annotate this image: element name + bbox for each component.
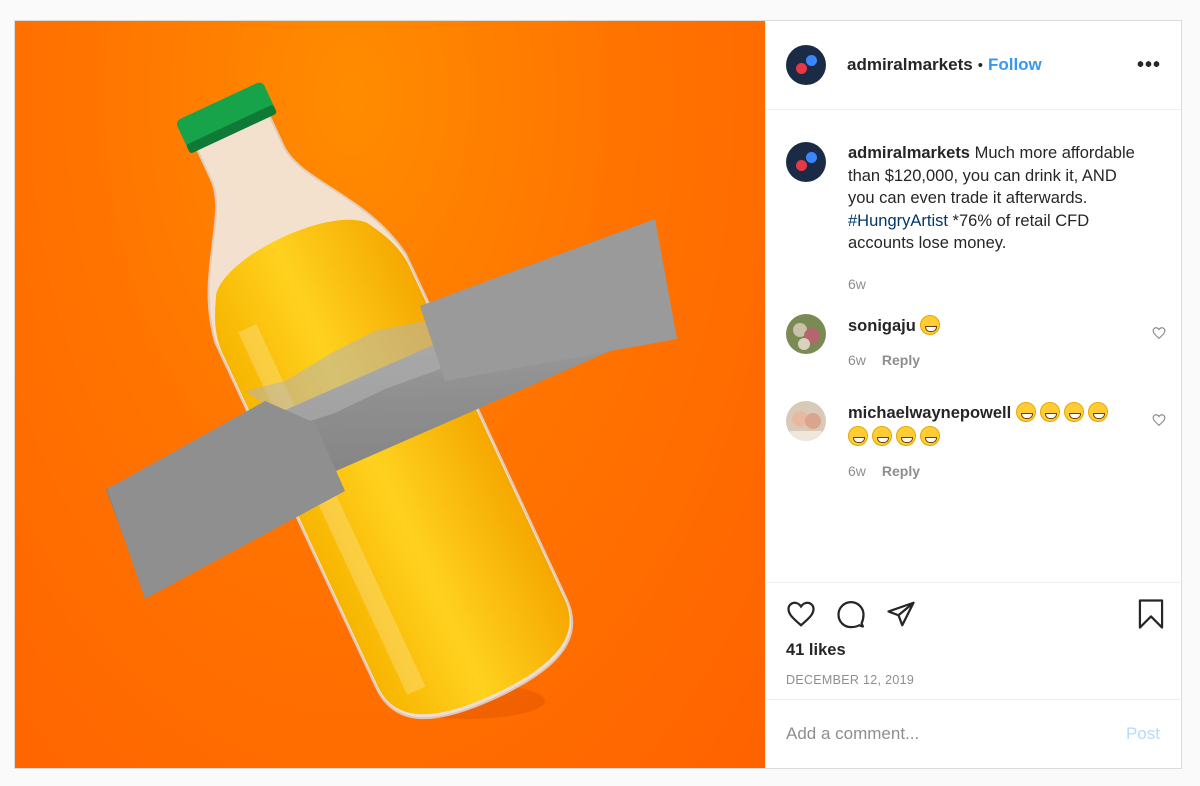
like-comment-icon[interactable]: [1152, 413, 1166, 427]
laughing-emoji: [1015, 402, 1036, 422]
comment-body: sonigaju 6w Reply: [848, 314, 1118, 368]
reply-button[interactable]: Reply: [882, 352, 920, 368]
post-caption: admiralmarkets Much more affordable than…: [786, 142, 1166, 295]
comment-meta: 6w Reply: [848, 463, 1118, 479]
reply-button[interactable]: Reply: [882, 463, 920, 479]
post-date: DECEMBER 12, 2019: [786, 673, 915, 687]
comment-text: michaelwaynepowell: [848, 401, 1118, 449]
comment-time: 6w: [848, 352, 866, 368]
follow-button[interactable]: Follow: [988, 55, 1042, 75]
comment-item: michaelwaynepowell 6w Reply: [786, 401, 1166, 479]
laughing-emoji: [1063, 402, 1084, 422]
header-separator: •: [977, 56, 983, 74]
laughing-emoji: [1039, 402, 1060, 422]
comment-username[interactable]: michaelwaynepowell: [848, 404, 1011, 422]
logo-blue-dot: [806, 55, 817, 66]
comment-body: michaelwaynepowell 6w Reply: [848, 401, 1118, 479]
caption-username[interactable]: admiralmarkets: [848, 144, 970, 162]
juice-bottle-illustration: [105, 82, 677, 720]
logo-red-dot: [796, 63, 807, 74]
post-image[interactable]: [15, 21, 765, 768]
header-username[interactable]: admiralmarkets: [847, 55, 973, 75]
like-comment-icon[interactable]: [1152, 326, 1166, 340]
comment-username[interactable]: sonigaju: [848, 317, 916, 335]
post-actions: 41 likes DECEMBER 12, 2019: [766, 582, 1180, 700]
caption-time: 6w: [848, 275, 866, 292]
grinning-emoji: [920, 315, 941, 335]
avatar-photo-sonigaju: [786, 314, 826, 354]
caption-avatar[interactable]: [786, 142, 826, 182]
post-sidebar: admiralmarkets • Follow ••• admiralmarke…: [765, 21, 1181, 768]
comment-item: sonigaju 6w Reply: [786, 314, 1166, 368]
comment-form: Post: [766, 699, 1180, 768]
laughing-emoji: [848, 426, 868, 446]
comment-meta: 6w Reply: [848, 352, 1118, 368]
caption-text: admiralmarkets Much more affordable than…: [848, 142, 1138, 295]
more-options-icon[interactable]: •••: [1137, 55, 1161, 75]
laughing-emoji: [1087, 402, 1108, 422]
comment-icon[interactable]: [836, 599, 866, 629]
instagram-post: admiralmarkets • Follow ••• admiralmarke…: [14, 20, 1182, 769]
heart-icon[interactable]: [786, 599, 816, 629]
post-header: admiralmarkets • Follow •••: [766, 21, 1181, 110]
logo-red-dot: [796, 160, 807, 171]
comment-text: sonigaju: [848, 314, 1118, 338]
hashtag-link[interactable]: #HungryArtist: [848, 212, 948, 230]
laughing-emoji: [896, 426, 916, 446]
share-icon[interactable]: [886, 599, 916, 629]
commenter-avatar[interactable]: [786, 401, 826, 441]
account-avatar[interactable]: [786, 45, 826, 85]
comment-time: 6w: [848, 463, 866, 479]
avatar-photo-michaelwaynepowell: [786, 401, 826, 441]
bookmark-icon[interactable]: [1136, 598, 1166, 630]
laughing-emoji: [920, 426, 940, 446]
post-comment-button[interactable]: Post: [1126, 724, 1160, 744]
comment-input[interactable]: [786, 720, 1086, 748]
commenter-avatar[interactable]: [786, 314, 826, 354]
logo-blue-dot: [806, 152, 817, 163]
laughing-emoji: [872, 426, 892, 446]
likes-count[interactable]: 41 likes: [786, 641, 846, 660]
